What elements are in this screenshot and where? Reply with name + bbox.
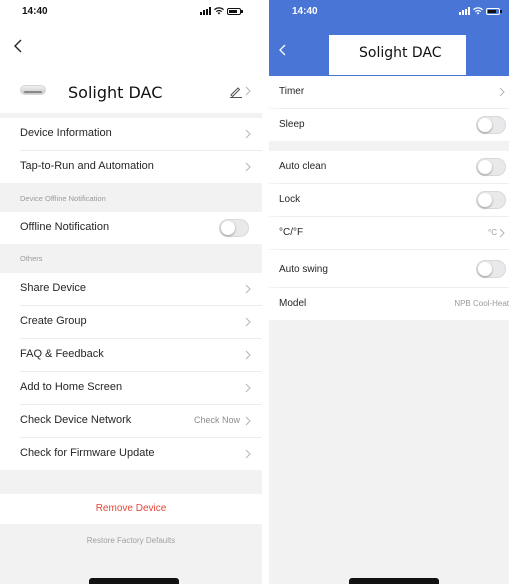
status-bar: 14:40 <box>0 0 262 24</box>
edit-pencil-icon[interactable] <box>229 84 243 98</box>
app-header: 14:40 Solight DAC <box>269 0 509 76</box>
signal-icon <box>459 7 470 15</box>
row-label: Auto swing <box>279 264 328 275</box>
row-label: Add to Home Screen <box>20 381 123 393</box>
check-now-link[interactable]: Check Now <box>194 415 240 425</box>
back-button[interactable] <box>278 43 288 57</box>
row-timer[interactable]: Timer <box>269 76 509 108</box>
row-sleep: Sleep <box>269 109 509 141</box>
battery-icon <box>486 7 502 15</box>
row-label: °C/°F <box>279 227 304 238</box>
row-share-device[interactable]: Share Device <box>0 273 262 305</box>
restore-factory-defaults-button[interactable]: Restore Factory Defaults <box>0 524 262 584</box>
chevron-right-icon <box>499 228 505 238</box>
row-lock: Lock <box>269 184 509 216</box>
row-label: Auto clean <box>279 161 327 172</box>
status-icons <box>459 7 502 15</box>
row-label: Model <box>279 298 307 309</box>
row-auto-swing: Auto swing <box>269 250 509 287</box>
chevron-right-icon <box>245 284 251 294</box>
status-time: 14:40 <box>22 6 48 17</box>
sleep-toggle[interactable] <box>476 116 506 134</box>
device-name: Solight DAC <box>68 83 163 102</box>
row-tap-to-run[interactable]: Tap-to-Run and Automation <box>0 151 262 183</box>
chevron-right-icon <box>245 86 251 96</box>
section-label: Others <box>20 254 43 263</box>
row-offline-notification: Offline Notification <box>0 212 262 244</box>
row-label: Timer <box>279 86 305 97</box>
device-settings-screen: 14:40 Solight DAC Device Information Tap… <box>0 0 262 584</box>
lock-toggle[interactable] <box>476 191 506 209</box>
home-indicator <box>89 578 179 584</box>
row-label: Lock <box>279 194 301 205</box>
row-faq-feedback[interactable]: FAQ & Feedback <box>0 339 262 371</box>
offline-notification-toggle[interactable] <box>219 219 249 237</box>
chevron-right-icon <box>245 383 251 393</box>
device-control-screen: 14:40 Solight DAC Timer Sleep Auto clean… <box>269 0 509 584</box>
row-check-device-network[interactable]: Check Device Network Check Now <box>0 405 262 437</box>
chevron-left-icon <box>14 39 22 53</box>
section-header-offline: Device Offline Notification <box>0 183 262 212</box>
row-label: Share Device <box>20 282 87 294</box>
chevron-right-icon <box>245 416 251 426</box>
section-header-others: Others <box>0 244 262 273</box>
chevron-right-icon <box>245 129 251 139</box>
battery-icon <box>227 7 243 15</box>
chevron-right-icon <box>245 350 251 360</box>
row-add-to-home-screen[interactable]: Add to Home Screen <box>0 372 262 404</box>
row-label: Device Information <box>20 127 112 139</box>
section-label: Device Offline Notification <box>20 194 106 203</box>
remove-device-button[interactable]: Remove Device <box>0 494 262 524</box>
signal-icon <box>200 7 211 15</box>
remove-device-label: Remove Device <box>95 503 167 514</box>
section-gap <box>0 470 262 494</box>
wifi-icon <box>473 7 483 15</box>
chevron-right-icon <box>499 87 505 97</box>
auto-swing-toggle[interactable] <box>476 260 506 278</box>
auto-clean-toggle[interactable] <box>476 158 506 176</box>
device-header[interactable]: Solight DAC <box>0 73 262 113</box>
row-label: FAQ & Feedback <box>20 348 104 360</box>
page-title-box: Solight DAC <box>329 35 466 75</box>
device-thumbnail <box>20 85 46 95</box>
row-label: Check for Firmware Update <box>20 447 155 459</box>
model-value: NPB Cool-Heat <box>454 299 509 308</box>
restore-defaults-label: Restore Factory Defaults <box>86 536 176 545</box>
chevron-right-icon <box>245 449 251 459</box>
chevron-left-icon <box>279 44 286 56</box>
row-device-information[interactable]: Device Information <box>0 118 262 150</box>
row-create-group[interactable]: Create Group <box>0 306 262 338</box>
page-title: Solight DAC <box>359 45 442 61</box>
chevron-right-icon <box>245 162 251 172</box>
row-label: Check Device Network <box>20 414 132 426</box>
row-model: Model NPB Cool-Heat <box>269 288 509 320</box>
row-check-firmware-update[interactable]: Check for Firmware Update <box>0 438 262 470</box>
back-button[interactable] <box>12 38 26 54</box>
wifi-icon <box>214 7 224 15</box>
row-auto-clean: Auto clean <box>269 151 509 183</box>
home-indicator <box>349 578 439 584</box>
row-label: Create Group <box>20 315 87 327</box>
status-icons <box>200 7 243 15</box>
row-label: Tap-to-Run and Automation <box>20 160 154 172</box>
temperature-unit-value: °C <box>488 228 497 237</box>
row-temperature-unit[interactable]: °C/°F °C <box>269 217 509 249</box>
status-time: 14:40 <box>292 6 318 17</box>
chevron-right-icon <box>245 317 251 327</box>
row-label: Sleep <box>279 119 305 130</box>
row-label: Offline Notification <box>20 221 110 233</box>
